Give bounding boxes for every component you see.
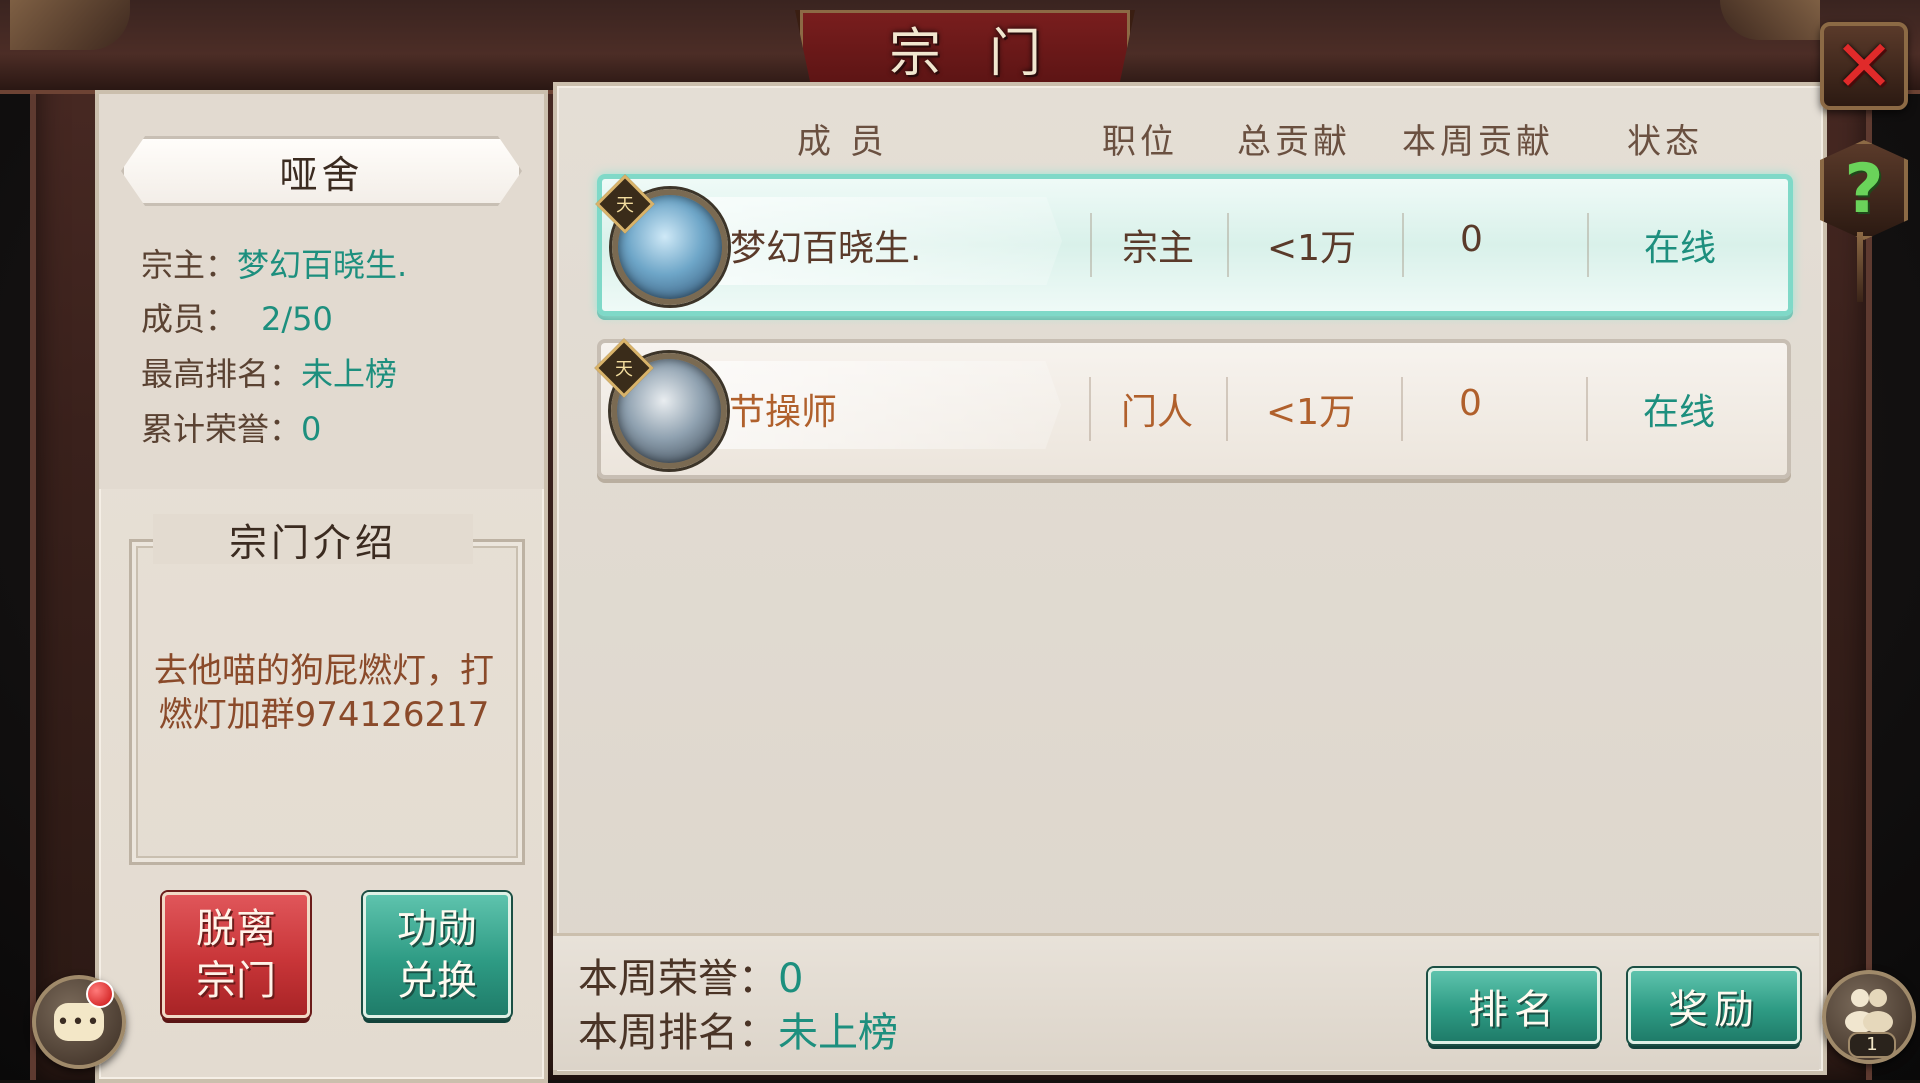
merit-exchange-label-line2: 兑换 [397, 958, 477, 1004]
close-button[interactable]: ✕ [1820, 22, 1908, 110]
friends-count: 1 [1848, 1032, 1896, 1058]
member-list-panel: 成 员 职位 总贡献 本周贡献 状态 天 梦幻百晓生. 宗主 <1万 0 在线 … [553, 82, 1827, 1075]
column-divider [1586, 377, 1588, 441]
guild-best-rank-row: 最高排名：未上榜 [141, 349, 397, 395]
column-divider [1227, 213, 1229, 277]
header-total-contribution: 总贡献 [1237, 122, 1351, 162]
rank-badge-glyph: 天 [615, 359, 633, 380]
column-divider [1402, 213, 1404, 277]
friends-icon [1845, 989, 1893, 1032]
guild-honor-value: 0 [301, 410, 322, 448]
member-weekly-contribution: 0 [1459, 383, 1482, 424]
help-button[interactable]: ? [1820, 140, 1908, 240]
member-name: 节操师 [729, 392, 838, 433]
column-divider [1089, 377, 1091, 441]
guild-members-value: 2/50 [261, 300, 333, 338]
reward-button-label: 奖励 [1668, 987, 1760, 1033]
weekly-rank-label: 本周排名： [578, 1010, 778, 1056]
guild-members-label: 成员： [141, 300, 238, 338]
member-name: 梦幻百晓生. [730, 228, 922, 269]
window-title: 宗门 [888, 23, 1089, 84]
chat-notification-dot [86, 980, 114, 1008]
member-status: 在线 [1644, 228, 1717, 269]
guild-name-box: 哑舍 [121, 136, 522, 206]
frame-ornament-left [10, 0, 130, 50]
guild-leader-row: 宗主：梦幻百晓生. [141, 240, 407, 286]
guild-intro-text: 去他喵的狗屁燃灯，打燃灯加群974126217 [154, 651, 494, 735]
guild-intro-title-wrap: 宗门介绍 [153, 514, 473, 565]
weekly-honor-row: 本周荣誉：0 [578, 946, 803, 1004]
reward-button[interactable]: 奖励 [1628, 968, 1800, 1044]
guild-best-rank-label: 最高排名： [141, 355, 302, 393]
title-plaque: 宗门 [795, 10, 1135, 91]
guild-name: 哑舍 [279, 152, 364, 197]
chat-icon: ••• [54, 1003, 104, 1041]
member-total-contribution: <1万 [1267, 228, 1357, 269]
guild-leader-label: 宗主： [141, 246, 238, 284]
rank-badge-glyph: 天 [616, 195, 634, 216]
member-position: 门人 [1121, 392, 1194, 433]
weekly-rank-value: 未上榜 [778, 1010, 898, 1056]
member-row[interactable]: 天 梦幻百晓生. 宗主 <1万 0 在线 [595, 174, 1793, 316]
friends-button[interactable]: 1 [1822, 970, 1916, 1064]
guild-intro-title: 宗门介绍 [228, 520, 397, 565]
close-icon: ✕ [1833, 24, 1895, 108]
ranking-button[interactable]: 排名 [1428, 968, 1600, 1044]
guild-honor-row: 累计荣誉：0 [141, 404, 321, 450]
ranking-button-label: 排名 [1468, 987, 1560, 1033]
member-total-contribution: <1万 [1266, 392, 1356, 433]
chat-dots: ••• [56, 1009, 102, 1035]
member-position: 宗主 [1122, 228, 1195, 269]
column-divider [1587, 213, 1589, 277]
guild-best-rank-value: 未上榜 [301, 355, 398, 393]
header-weekly-contribution: 本周贡献 [1402, 122, 1554, 162]
weekly-honor-label: 本周荣誉： [578, 956, 778, 1002]
column-divider [1090, 213, 1092, 277]
help-tassel [1857, 232, 1863, 302]
leave-guild-button[interactable]: 脱离 宗门 [162, 892, 310, 1018]
guild-honor-label: 累计荣誉： [141, 410, 302, 448]
leave-guild-label-line2: 宗门 [196, 958, 276, 1004]
merit-exchange-button[interactable]: 功勋 兑换 [363, 892, 511, 1018]
guild-members-row: 成员： 2/50 [141, 294, 333, 340]
member-weekly-contribution: 0 [1460, 219, 1483, 260]
merit-exchange-label-line1: 功勋 [397, 906, 477, 952]
column-divider [1226, 377, 1228, 441]
header-status: 状态 [1627, 122, 1703, 162]
help-icon: ? [1844, 150, 1884, 229]
member-row[interactable]: 天 节操师 门人 <1万 0 在线 [594, 338, 1791, 479]
header-member: 成 员 [797, 122, 888, 162]
member-status: 在线 [1643, 392, 1716, 433]
column-divider [1401, 377, 1403, 441]
weekly-honor-value: 0 [778, 956, 804, 1002]
weekly-summary-bar: 本周荣誉：0 本周排名：未上榜 排名 奖励 [553, 933, 1819, 1070]
header-position: 职位 [1102, 122, 1178, 162]
guild-leader-value: 梦幻百晓生. [237, 246, 408, 284]
weekly-rank-row: 本周排名：未上榜 [578, 1000, 898, 1058]
leave-guild-label-line1: 脱离 [196, 906, 276, 952]
